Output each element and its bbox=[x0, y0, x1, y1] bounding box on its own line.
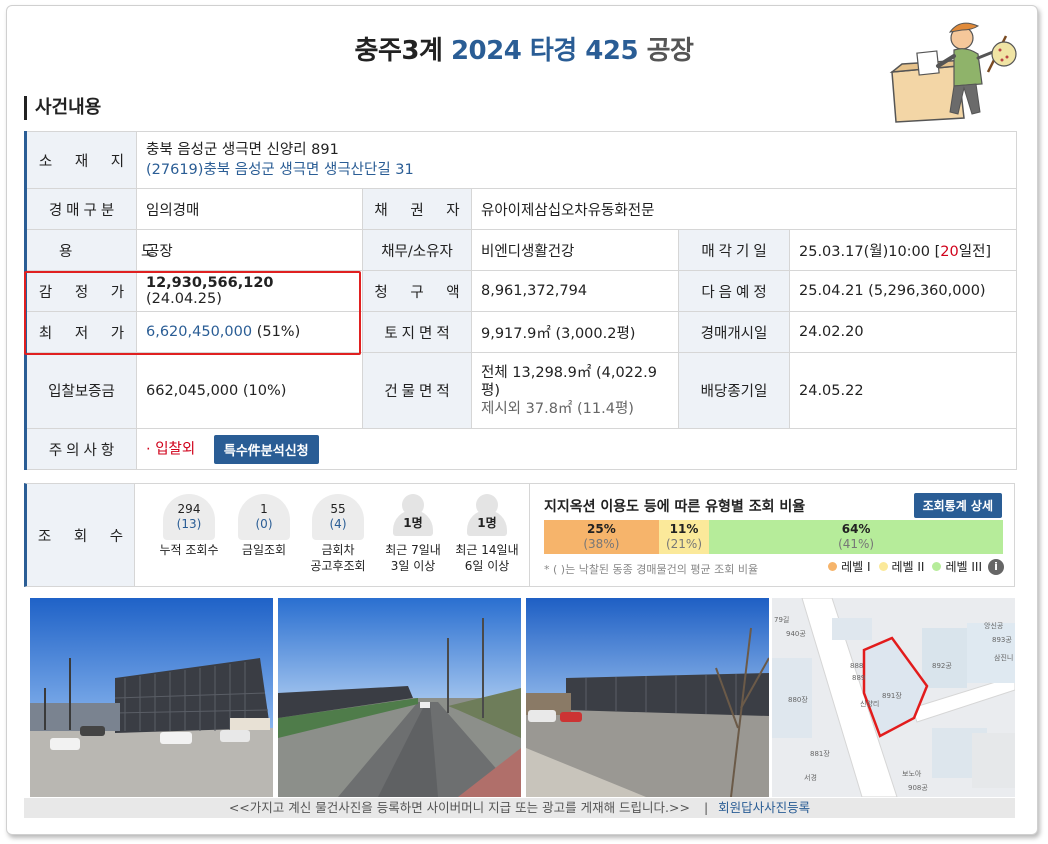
register-photo-link[interactable]: 회원답사사진등록 bbox=[718, 800, 810, 815]
creditor-label: 채 권 자 bbox=[374, 202, 469, 219]
map-label-5: 888 bbox=[850, 662, 863, 670]
footer-notice: <<가지고 계신 물건사진을 등록하면 사이버머니 지급 또는 광고를 게재해 … bbox=[228, 800, 690, 815]
dividend-label: 배당종기일 bbox=[678, 352, 790, 429]
map-label-12: 보노아 bbox=[902, 769, 922, 778]
map-label-7: 891장 bbox=[882, 691, 902, 700]
address-label: 소 재 지 bbox=[38, 153, 134, 170]
property-photo-3[interactable] bbox=[526, 598, 769, 797]
address-line2[interactable]: (27619)충북 음성군 생극면 생극산단길 31 bbox=[146, 160, 1007, 180]
views-label: 조 회 수 bbox=[27, 484, 135, 586]
notice-value: · 입찰외 bbox=[146, 441, 196, 457]
stat-recent-7-days: 1명 최근 7일내 3일 이상 bbox=[373, 494, 453, 574]
usage-value: 공장 bbox=[136, 229, 363, 271]
view-ratio-panel: 지지옥션 이용도 등에 따른 유형별 조회 비율 조회통계 상세 25% (38%… bbox=[530, 484, 1014, 586]
creditor-value: 유아이제삼십오차유동화전문 bbox=[470, 188, 1018, 230]
property-kind: 공장 bbox=[646, 36, 694, 66]
map-label-9: 881장 bbox=[810, 749, 830, 758]
ratio-segment-level3: 64% (41%) bbox=[709, 520, 1003, 554]
ratio-segment-level1: 25% (38%) bbox=[544, 520, 659, 554]
info-icon[interactable]: i bbox=[988, 558, 1004, 575]
start-date-label: 경매개시일 bbox=[678, 311, 790, 353]
map-label-2: 940공 bbox=[786, 630, 806, 638]
stat-recent-14-days: 1명 최근 14일내 6일 이상 bbox=[447, 494, 527, 574]
case-info-table: 소 재 지 충북 음성군 생극면 신양리 891 (27619)충북 음성군 생… bbox=[24, 131, 1018, 470]
land-area-label: 토지면적 bbox=[384, 325, 454, 342]
views-stats: 294 (13) 누적 조회수 1 (0) 금일조회 55 (4) 금회차 공고후조회… bbox=[135, 484, 530, 586]
sale-date-value: 25.03.17(월)10:00 [20일전] bbox=[788, 229, 1018, 271]
claim-label: 청 구 액 bbox=[374, 284, 469, 301]
debtor-value: 비엔디생활건강 bbox=[471, 229, 679, 271]
property-photo-2[interactable] bbox=[278, 598, 521, 797]
deposit-value: 662,045,000 (10%) bbox=[136, 352, 363, 429]
map-label-14: 서경 bbox=[804, 773, 817, 782]
case-number: 2024 타경 425 bbox=[450, 36, 639, 66]
address-line1: 충북 음성군 생극면 신양리 891 bbox=[146, 142, 339, 158]
ratio-title: 지지옥션 이용도 등에 따른 유형별 조회 비율 bbox=[544, 499, 806, 515]
appraisal-label: 감 정 가 bbox=[38, 284, 134, 301]
map-label-3: 893공 bbox=[992, 636, 1012, 644]
deposit-label: 입찰보증금 bbox=[24, 352, 137, 429]
view-stats-detail-button[interactable]: 조회통계 상세 bbox=[913, 493, 1002, 518]
ratio-bar: 25% (38%) 11% (21%) 64% (41%) bbox=[544, 520, 1003, 554]
debtor-label: 채무/소유자 bbox=[362, 229, 472, 271]
legend-level3: 레벨 III bbox=[945, 560, 982, 574]
property-location-map[interactable]: 79길 940공 893공 892공 888 889 891장 880장 881… bbox=[772, 598, 1015, 797]
sale-date-label: 매각기일 bbox=[701, 243, 771, 260]
views-section: 조 회 수 294 (13) 누적 조회수 1 (0) 금일조회 55 (4) 금회차… bbox=[24, 483, 1015, 587]
building-area-label: 건물면적 bbox=[384, 384, 454, 400]
building-area-value: 전체 13,298.9㎡ (4,022.9 평) 제시외 37.8㎡ (11.4… bbox=[471, 352, 679, 429]
ratio-segment-level2: 11% (21%) bbox=[658, 520, 710, 554]
stat-total-views: 294 (13) 누적 조회수 bbox=[149, 494, 229, 558]
land-area-value: 9,917.9㎡ (3,000.2평) bbox=[471, 311, 679, 353]
next-sale-label: 다음예정 bbox=[701, 284, 771, 301]
person-icon: 1명 bbox=[387, 494, 439, 540]
auction-type-value: 임의경매 bbox=[136, 188, 363, 230]
legend-level1: 레벨 I bbox=[841, 560, 871, 574]
notice-label: 주의사항 bbox=[48, 442, 119, 459]
next-sale-value: 25.04.21 (5,296,360,000) bbox=[788, 270, 1018, 312]
special-analysis-button[interactable]: 특수件분석신청 bbox=[213, 434, 319, 464]
map-label-13: 908공 bbox=[908, 784, 928, 792]
map-label-1: 79길 bbox=[774, 616, 789, 624]
mascot-illustration-icon bbox=[889, 22, 1017, 123]
stat-round-views: 55 (4) 금회차 공고후조회 bbox=[298, 494, 378, 574]
person-icon: 1명 bbox=[461, 494, 513, 540]
map-label-11: 앙신공 bbox=[984, 621, 1004, 630]
start-date-value: 24.02.20 bbox=[788, 311, 1018, 353]
map-label-10: 삼진니 bbox=[994, 653, 1013, 662]
claim-value: 8,961,372,794 bbox=[471, 270, 679, 312]
sale-days-remaining: 20 bbox=[940, 243, 959, 260]
notice-cell: · 입찰외 특수件분석신청 bbox=[135, 428, 1018, 470]
map-label-4: 892공 bbox=[932, 662, 952, 670]
section-title: 사건내용 bbox=[24, 96, 101, 120]
min-price-value: 6,620,450,000 (51%) bbox=[136, 311, 363, 353]
appraisal-value: 12,930,566,120 (24.04.25) bbox=[136, 270, 363, 312]
map-label-15: 신양리 bbox=[860, 699, 879, 708]
property-photo-1[interactable] bbox=[30, 598, 273, 797]
dividend-value: 24.05.22 bbox=[788, 352, 1018, 429]
min-price-label: 최 저 가 bbox=[38, 325, 134, 342]
photo-footer: <<가지고 계신 물건사진을 등록하면 사이버머니 지급 또는 광고를 게재해 … bbox=[24, 798, 1015, 818]
map-label-6: 889 bbox=[852, 674, 865, 682]
ratio-legend: 레벨 I 레벨 II 레벨 III i bbox=[820, 558, 1004, 575]
court-name: 충주3계 bbox=[354, 36, 443, 66]
map-label-8: 880장 bbox=[788, 695, 808, 704]
legend-level2: 레벨 II bbox=[891, 560, 925, 574]
stat-today-views: 1 (0) 금일조회 bbox=[224, 494, 304, 558]
footer-separator: | bbox=[703, 800, 709, 815]
ratio-note: * ( )는 낙찰된 동종 경매물건의 평균 조회 비율 bbox=[544, 563, 759, 576]
auction-type-label: 경매구분 bbox=[48, 202, 119, 219]
